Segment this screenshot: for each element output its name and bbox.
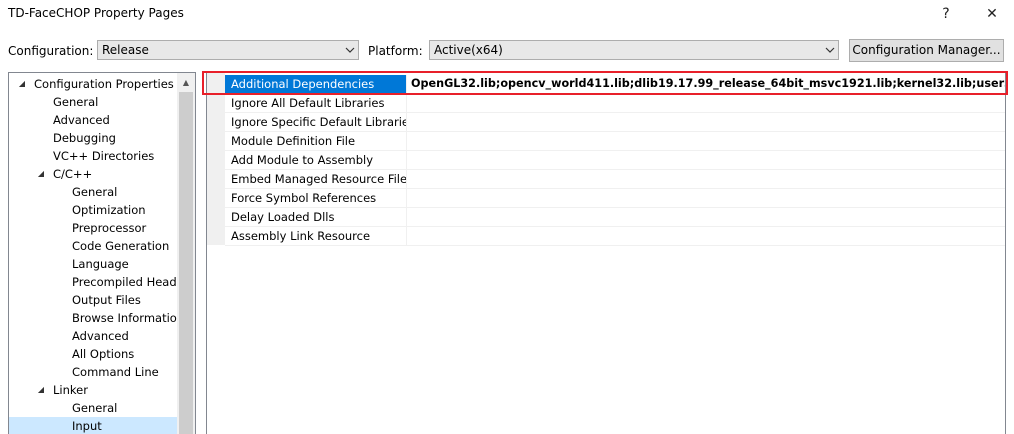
chevron-down-icon — [822, 41, 838, 59]
property-name[interactable]: Embed Managed Resource File — [225, 170, 407, 188]
property-name[interactable]: Ignore Specific Default Libraries — [225, 113, 407, 131]
tree-item-label: Output Files — [72, 293, 141, 307]
property-value[interactable] — [407, 151, 1005, 169]
tree-item-label: All Options — [72, 347, 135, 361]
property-row[interactable]: Assembly Link Resource — [225, 227, 1005, 246]
tree-item-label: Language — [72, 257, 129, 271]
help-button[interactable]: ? — [926, 2, 966, 26]
tree-item-label: Input — [72, 419, 102, 433]
property-value[interactable] — [407, 208, 1005, 226]
tree-item[interactable]: Advanced — [9, 327, 177, 345]
tree-item[interactable]: Optimization — [9, 201, 177, 219]
tree-item-label: Configuration Properties — [34, 77, 174, 91]
tree-item[interactable]: Browse Information — [9, 309, 184, 327]
property-row[interactable]: Embed Managed Resource File — [225, 170, 1005, 189]
expand-arrow-icon[interactable]: ◢ — [36, 165, 46, 183]
tree-item[interactable]: General — [9, 93, 177, 111]
platform-dropdown[interactable]: Active(x64) — [429, 40, 839, 60]
tree-item-label: Optimization — [72, 203, 146, 217]
tree-scrollbar[interactable]: ▲ — [177, 73, 195, 434]
tree-item[interactable]: Language — [9, 255, 177, 273]
tree-item-label: Code Generation — [72, 239, 170, 253]
tree-item[interactable]: Advanced — [9, 111, 177, 129]
tree-item[interactable]: Input — [9, 417, 177, 434]
property-value[interactable]: OpenGL32.lib;opencv_world411.lib;dlib19.… — [407, 75, 1005, 93]
close-button[interactable]: ✕ — [972, 2, 1012, 26]
property-value[interactable] — [407, 94, 1005, 112]
tree-item-label: Debugging — [53, 131, 116, 145]
property-grid: Additional Dependencies OpenGL32.lib;open… — [206, 72, 1006, 434]
expand-arrow-icon[interactable]: ◢ — [17, 75, 27, 93]
tree-item-label: Precompiled Heade — [72, 275, 184, 289]
property-tree: ◢ Configuration Properties General Advanced… — [8, 72, 196, 434]
tree-item[interactable]: ◢ Configuration Properties — [9, 75, 177, 93]
tree-item[interactable]: Command Line — [9, 363, 177, 381]
property-name[interactable]: Force Symbol References — [225, 189, 407, 207]
tree-item[interactable]: ◢ C/C++ — [9, 165, 177, 183]
property-row[interactable]: Additional Dependencies OpenGL32.lib;open… — [225, 75, 1005, 94]
property-row[interactable]: Module Definition File — [225, 132, 1005, 151]
tree-item-label: General — [72, 401, 118, 415]
tree-item-label: General — [72, 185, 118, 199]
tree-item-label: General — [53, 95, 99, 109]
property-name[interactable]: Delay Loaded Dlls — [225, 208, 407, 226]
property-value[interactable] — [407, 170, 1005, 188]
property-value[interactable] — [407, 227, 1005, 245]
configuration-dropdown[interactable]: Release — [97, 40, 359, 60]
chevron-down-icon — [342, 41, 358, 59]
configuration-value: Release — [102, 43, 149, 57]
tree-item-label: Preprocessor — [72, 221, 147, 235]
tree-item-label: Browse Information — [72, 311, 185, 325]
tree-item-label: Advanced — [72, 329, 129, 343]
window-title: TD-FaceCHOP Property Pages — [8, 6, 184, 20]
scroll-up-icon[interactable]: ▲ — [177, 73, 195, 91]
scrollbar-thumb[interactable] — [179, 92, 193, 434]
platform-label: Platform: — [368, 44, 423, 58]
tree-item[interactable]: Debugging — [9, 129, 177, 147]
expand-arrow-icon[interactable]: ◢ — [36, 381, 46, 399]
tree-item[interactable]: Preprocessor — [9, 219, 177, 237]
property-row[interactable]: Delay Loaded Dlls — [225, 208, 1005, 227]
property-row[interactable]: Ignore All Default Libraries — [225, 94, 1005, 113]
property-name[interactable]: Additional Dependencies — [225, 75, 407, 93]
tree-item[interactable]: VC++ Directories — [9, 147, 177, 165]
property-name[interactable]: Assembly Link Resource — [225, 227, 407, 245]
tree-item-label: Advanced — [53, 113, 110, 127]
configuration-bar: Configuration: Release Platform: Active(… — [0, 38, 1014, 64]
property-row[interactable]: Force Symbol References — [225, 189, 1005, 208]
grid-gutter — [207, 73, 225, 245]
property-value[interactable] — [407, 113, 1005, 131]
tree-item[interactable]: ◢ Linker — [9, 381, 177, 399]
property-row[interactable]: Ignore Specific Default Libraries — [225, 113, 1005, 132]
tree-item[interactable]: Precompiled Heade — [9, 273, 184, 291]
property-value[interactable] — [407, 132, 1005, 150]
tree-item[interactable]: All Options — [9, 345, 177, 363]
tree-item-label: VC++ Directories — [53, 149, 155, 163]
property-value[interactable] — [407, 189, 1005, 207]
property-name[interactable]: Ignore All Default Libraries — [225, 94, 407, 112]
platform-value: Active(x64) — [434, 43, 503, 57]
tree-item[interactable]: Code Generation — [9, 237, 177, 255]
tree-item-label: Command Line — [72, 365, 159, 379]
tree-item-label: Linker — [53, 383, 88, 397]
title-bar: TD-FaceCHOP Property Pages ? ✕ — [0, 0, 1014, 28]
property-name[interactable]: Add Module to Assembly — [225, 151, 407, 169]
property-row[interactable]: Add Module to Assembly — [225, 151, 1005, 170]
tree-item[interactable]: General — [9, 183, 177, 201]
tree-item-label: C/C++ — [53, 167, 93, 181]
configuration-manager-button[interactable]: Configuration Manager... — [849, 39, 1004, 62]
property-name[interactable]: Module Definition File — [225, 132, 407, 150]
tree-item[interactable]: Output Files — [9, 291, 177, 309]
configuration-label: Configuration: — [8, 44, 94, 58]
tree-item[interactable]: General — [9, 399, 177, 417]
